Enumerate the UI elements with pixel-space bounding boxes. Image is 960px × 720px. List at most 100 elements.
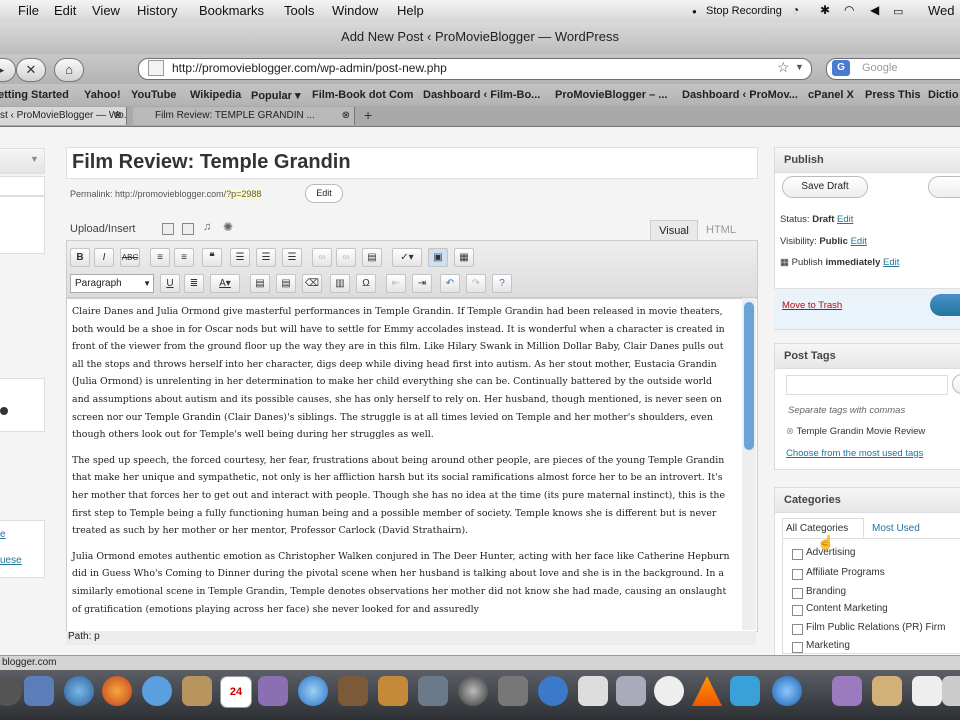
- menu-item[interactable]: [0, 196, 45, 254]
- undo-icon[interactable]: ↶: [440, 274, 460, 293]
- left-link[interactable]: uese: [0, 555, 22, 566]
- justify-button[interactable]: ≣: [184, 274, 204, 293]
- help-icon[interactable]: ?: [492, 274, 512, 293]
- timemachine-icon[interactable]: ◔: [792, 3, 799, 17]
- menu-window[interactable]: Window: [332, 3, 378, 18]
- category-checkbox[interactable]: [792, 569, 803, 580]
- battery-icon[interactable]: ▭: [893, 5, 903, 18]
- remove-tag-icon[interactable]: ⊗: [786, 426, 794, 437]
- save-draft-button[interactable]: Save Draft: [782, 176, 868, 198]
- wifi-icon[interactable]: ◠: [844, 3, 854, 17]
- align-center-button[interactable]: ☰: [256, 248, 276, 267]
- menubar-clock[interactable]: Wed: [928, 3, 955, 18]
- spellcheck-button[interactable]: ✓▾: [392, 248, 422, 267]
- category-checkbox[interactable]: [792, 588, 803, 599]
- paste-text-icon[interactable]: ▤: [250, 274, 270, 293]
- dock-app-icon[interactable]: [772, 676, 802, 706]
- publish-button[interactable]: [930, 294, 960, 316]
- bookmark-film-book[interactable]: Film-Book dot Com: [312, 89, 413, 101]
- menu-view[interactable]: View: [92, 3, 120, 18]
- add-video-icon[interactable]: [182, 223, 194, 235]
- stop-recording[interactable]: Stop Recording: [706, 5, 782, 17]
- tab-film-review[interactable]: Film Review: TEMPLE GRANDIN ... ⊗: [133, 107, 355, 125]
- category-checkbox[interactable]: [792, 605, 803, 616]
- chevron-down-icon[interactable]: ▼: [795, 62, 804, 72]
- special-char-button[interactable]: Ω: [356, 274, 376, 293]
- edit-status-link[interactable]: Edit: [837, 214, 853, 225]
- bookmark-yahoo[interactable]: Yahoo!: [84, 89, 121, 101]
- italic-button[interactable]: I: [94, 248, 114, 267]
- dock-app-icon[interactable]: [730, 676, 760, 706]
- post-tags-header[interactable]: Post Tags: [774, 343, 960, 369]
- paste-word-icon[interactable]: ▤: [276, 274, 296, 293]
- dock-finder-icon[interactable]: [24, 676, 54, 706]
- menu-edit[interactable]: Edit: [54, 3, 76, 18]
- bookmark-youtube[interactable]: YouTube: [131, 89, 176, 101]
- underline-button[interactable]: U: [160, 274, 180, 293]
- menu-header[interactable]: ▼: [0, 148, 45, 174]
- category-checkbox[interactable]: [792, 624, 803, 635]
- format-select[interactable]: Paragraph ▼: [70, 274, 154, 293]
- outdent-icon[interactable]: ⇤: [386, 274, 406, 293]
- bookmark-dashboard-film[interactable]: Dashboard ‹ Film-Bo...: [423, 89, 540, 101]
- strikethrough-button[interactable]: ABC: [120, 248, 140, 267]
- dock-imovie-icon[interactable]: [338, 676, 368, 706]
- move-to-trash-link[interactable]: Move to Trash: [782, 300, 842, 311]
- bookmark-dictionary[interactable]: Dictio: [928, 89, 959, 101]
- dock-app-icon[interactable]: [654, 676, 684, 706]
- stop-button[interactable]: ✕: [16, 58, 46, 82]
- bookmark-popular[interactable]: Popular ▾: [251, 89, 301, 102]
- bookmark-press-this[interactable]: Press This: [865, 89, 921, 101]
- bookmark-dashboard-promovie[interactable]: Dashboard ‹ ProMov...: [682, 89, 798, 101]
- post-content-editor[interactable]: Claire Danes and Julia Ormond give maste…: [66, 298, 758, 632]
- menu-tools[interactable]: Tools: [284, 3, 314, 18]
- dock-ichat-icon[interactable]: [142, 676, 172, 706]
- blockquote-button[interactable]: ❝: [202, 248, 222, 267]
- bookmark-cpanel[interactable]: cPanel X: [808, 89, 854, 101]
- menu-history[interactable]: History: [137, 3, 177, 18]
- category-checkbox[interactable]: [792, 642, 803, 653]
- bold-button[interactable]: B: [70, 248, 90, 267]
- scrollbar-thumb[interactable]: [744, 302, 754, 450]
- add-media-icon[interactable]: ✺: [223, 220, 233, 234]
- tab-add-new-post[interactable]: st ‹ ProMovieBlogger — Wo... ⊗: [0, 107, 127, 125]
- choose-tags-link[interactable]: Choose from the most used tags: [786, 448, 923, 459]
- bookmark-promovieblogger[interactable]: ProMovieBlogger – ...: [555, 89, 667, 101]
- close-tab-icon[interactable]: ⊗: [342, 107, 350, 125]
- media-icon[interactable]: ▥: [330, 274, 350, 293]
- add-audio-icon[interactable]: ♫: [203, 221, 211, 233]
- bullet-list-button[interactable]: ≡: [150, 248, 170, 267]
- align-left-button[interactable]: ☰: [230, 248, 250, 267]
- menu-bookmarks[interactable]: Bookmarks: [199, 3, 264, 18]
- edit-visibility-link[interactable]: Edit: [851, 236, 867, 247]
- redo-icon[interactable]: ↷: [466, 274, 486, 293]
- indent-icon[interactable]: ⇥: [412, 274, 432, 293]
- google-icon[interactable]: G: [832, 60, 850, 76]
- dock-ical-icon[interactable]: 24: [220, 676, 252, 708]
- bluetooth-icon[interactable]: ✱: [820, 3, 830, 17]
- radio-icon[interactable]: [0, 407, 8, 415]
- add-image-icon[interactable]: [162, 223, 174, 235]
- dock-app-icon[interactable]: [832, 676, 862, 706]
- bookmark-star-icon[interactable]: ☆: [777, 59, 790, 76]
- left-link[interactable]: e: [0, 529, 6, 540]
- dock-document-icon[interactable]: [578, 676, 608, 706]
- menu-file[interactable]: File: [18, 3, 39, 18]
- dock-app-icon[interactable]: [616, 676, 646, 706]
- tab-html[interactable]: HTML: [700, 220, 742, 240]
- dock-timemachine-icon[interactable]: [458, 676, 488, 706]
- dock-firefox-icon[interactable]: [102, 676, 132, 706]
- unlink-icon[interactable]: ∞: [336, 248, 356, 267]
- dock-safari-icon[interactable]: [64, 676, 94, 706]
- tab-visual[interactable]: Visual: [650, 220, 698, 241]
- edit-publish-link[interactable]: Edit: [883, 257, 899, 268]
- volume-icon[interactable]: ◀: [870, 3, 879, 17]
- dock-itunes-icon[interactable]: [298, 676, 328, 706]
- edit-permalink-button[interactable]: Edit: [305, 184, 343, 203]
- remove-format-icon[interactable]: ⌫: [302, 274, 322, 293]
- category-checkbox[interactable]: [792, 549, 803, 560]
- link-icon[interactable]: ∞: [312, 248, 332, 267]
- more-tag-icon[interactable]: ▤: [362, 248, 382, 267]
- preview-button[interactable]: [928, 176, 960, 198]
- text-color-button[interactable]: A▾: [210, 274, 240, 293]
